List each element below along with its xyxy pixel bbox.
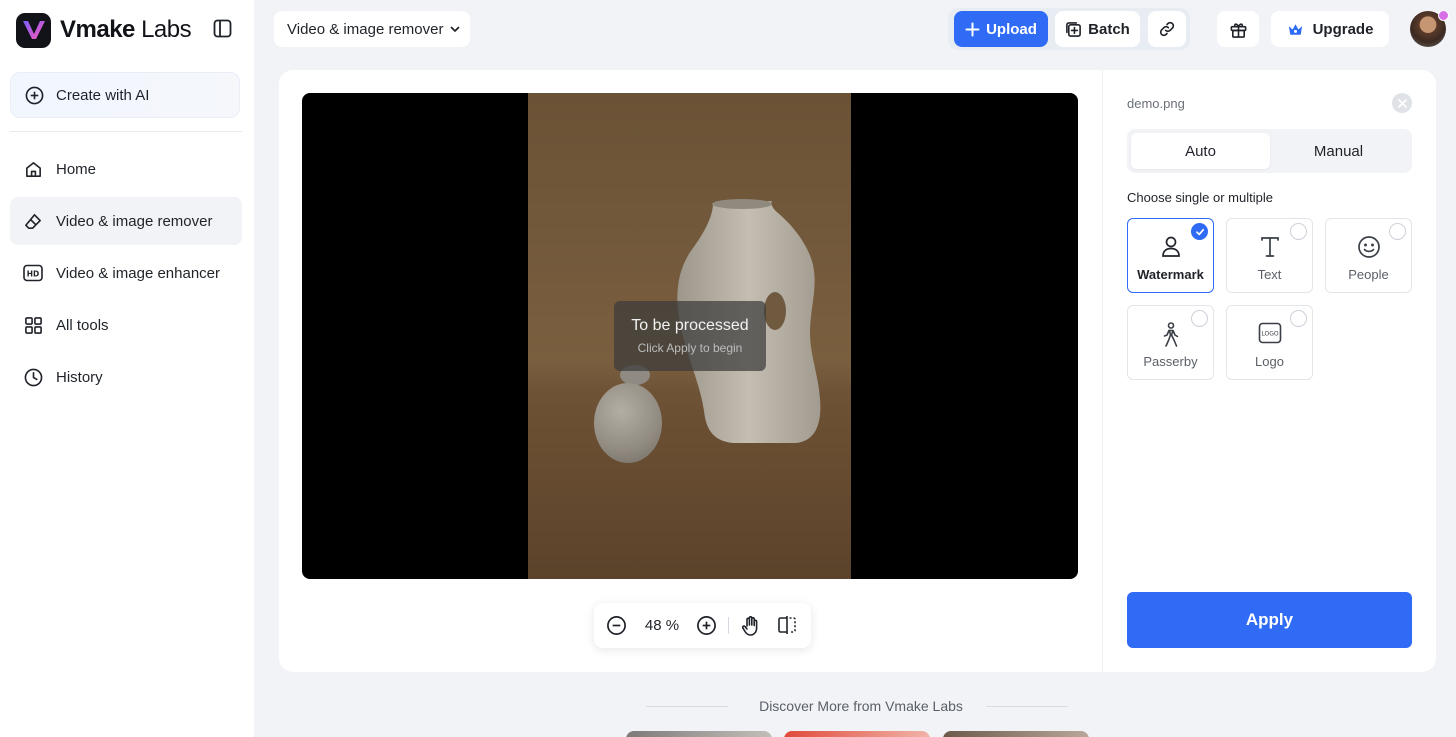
processing-status-overlay: To be processed Click Apply to begin (614, 301, 766, 371)
brand-name-light: Labs (141, 16, 192, 43)
batch-add-icon (1065, 21, 1082, 38)
option-label: People (1348, 267, 1389, 282)
gift-button[interactable] (1217, 11, 1259, 47)
grid-icon (23, 315, 43, 335)
tool-select-value: Video & image remover (287, 20, 444, 38)
close-icon (1397, 98, 1407, 108)
option-text[interactable]: Text (1226, 218, 1313, 293)
zoom-out-button[interactable] (606, 615, 627, 636)
sidebar-item-all-tools[interactable]: All tools (10, 301, 242, 349)
plus-icon (965, 22, 980, 37)
svg-text:LOGO: LOGO (1261, 331, 1279, 338)
zoom-separator (728, 617, 729, 634)
plus-circle-icon (696, 615, 717, 636)
status-subtitle: Click Apply to begin (637, 341, 743, 355)
sidebar-item-history[interactable]: History (10, 353, 242, 401)
link-button[interactable] (1148, 11, 1186, 47)
status-title: To be processed (631, 317, 749, 334)
hand-icon (740, 615, 762, 637)
pan-button[interactable] (740, 615, 762, 637)
option-logo[interactable]: LOGO Logo (1226, 305, 1313, 380)
gift-icon (1229, 20, 1248, 39)
upload-label: Upload (986, 20, 1037, 38)
batch-label: Batch (1088, 20, 1130, 38)
hd-icon: HD (23, 263, 43, 283)
minus-circle-icon (606, 615, 627, 636)
clock-icon (23, 367, 43, 387)
create-with-ai-button[interactable]: Create with AI (10, 72, 240, 118)
compare-split-icon (777, 615, 797, 635)
sidebar-item-home[interactable]: Home (10, 145, 242, 193)
tab-auto[interactable]: Auto (1131, 133, 1270, 169)
sidebar-divider (10, 131, 242, 132)
sidebar-item-label: Video & image remover (56, 212, 213, 230)
close-file-button[interactable] (1392, 93, 1412, 113)
option-passerby[interactable]: Passerby (1127, 305, 1214, 380)
option-radio[interactable] (1389, 223, 1406, 240)
stone-sphere (594, 383, 662, 463)
sidebar-item-label: Home (56, 160, 97, 178)
zoom-level: 48 % (644, 617, 680, 634)
mode-tabs: Auto Manual (1127, 129, 1412, 173)
notification-badge (1438, 10, 1449, 21)
user-avatar[interactable] (1410, 10, 1449, 47)
sidebar-toggle-icon[interactable] (213, 19, 232, 38)
option-radio[interactable] (1290, 223, 1307, 240)
sidebar: Vmake Labs Create with AI Home Video & i… (0, 0, 254, 737)
option-label: Logo (1255, 354, 1284, 369)
batch-button[interactable]: Batch (1055, 11, 1140, 47)
plus-circle-icon (25, 86, 44, 105)
chevron-down-icon (449, 23, 461, 35)
zoom-in-button[interactable] (696, 615, 717, 636)
tab-manual[interactable]: Manual (1269, 133, 1408, 169)
discover-thumbnail[interactable] (626, 731, 772, 737)
option-label: Passerby (1143, 354, 1198, 369)
vmake-logo-icon (16, 12, 51, 48)
discover-thumbnail[interactable] (784, 731, 930, 737)
option-check-radio[interactable] (1191, 223, 1208, 240)
option-label: Watermark (1137, 267, 1204, 282)
compare-button[interactable] (777, 615, 797, 635)
tool-select-dropdown[interactable]: Video & image remover (274, 11, 470, 47)
discover-thumbnail[interactable] (943, 731, 1089, 737)
sidebar-item-label: History (56, 368, 103, 386)
apply-button[interactable]: Apply (1127, 592, 1412, 648)
choose-label: Choose single or multiple (1127, 190, 1273, 205)
option-radio[interactable] (1191, 310, 1208, 327)
option-label: Text (1257, 267, 1282, 282)
file-name: demo.png (1127, 96, 1185, 111)
discover-divider-right (986, 706, 1068, 707)
sidebar-item-video-image-remover[interactable]: Video & image remover (10, 197, 242, 245)
discover-heading: Discover More from Vmake Labs (759, 698, 963, 714)
sidebar-item-video-image-enhancer[interactable]: HD Video & image enhancer (10, 249, 242, 297)
eraser-icon (23, 211, 43, 231)
sidebar-item-label: All tools (56, 316, 109, 334)
crown-icon (1287, 22, 1304, 37)
upload-button[interactable]: Upload (954, 11, 1048, 47)
create-with-ai-label: Create with AI (56, 86, 150, 104)
svg-text:HD: HD (27, 269, 40, 278)
sidebar-item-label: Video & image enhancer (56, 264, 221, 282)
option-people[interactable]: People (1325, 218, 1412, 293)
upgrade-label: Upgrade (1312, 20, 1374, 38)
option-radio[interactable] (1290, 310, 1307, 327)
home-icon (23, 159, 43, 179)
brand-name-bold: Vmake (60, 16, 135, 43)
link-icon (1158, 20, 1176, 38)
option-watermark[interactable]: Watermark (1127, 218, 1214, 293)
panel-divider (1102, 70, 1103, 672)
brand-name: Vmake Labs (60, 16, 192, 44)
brand[interactable]: Vmake Labs (16, 12, 192, 48)
check-icon (1195, 228, 1204, 235)
zoom-toolbar: 48 % (594, 603, 811, 648)
upgrade-button[interactable]: Upgrade (1271, 11, 1389, 47)
